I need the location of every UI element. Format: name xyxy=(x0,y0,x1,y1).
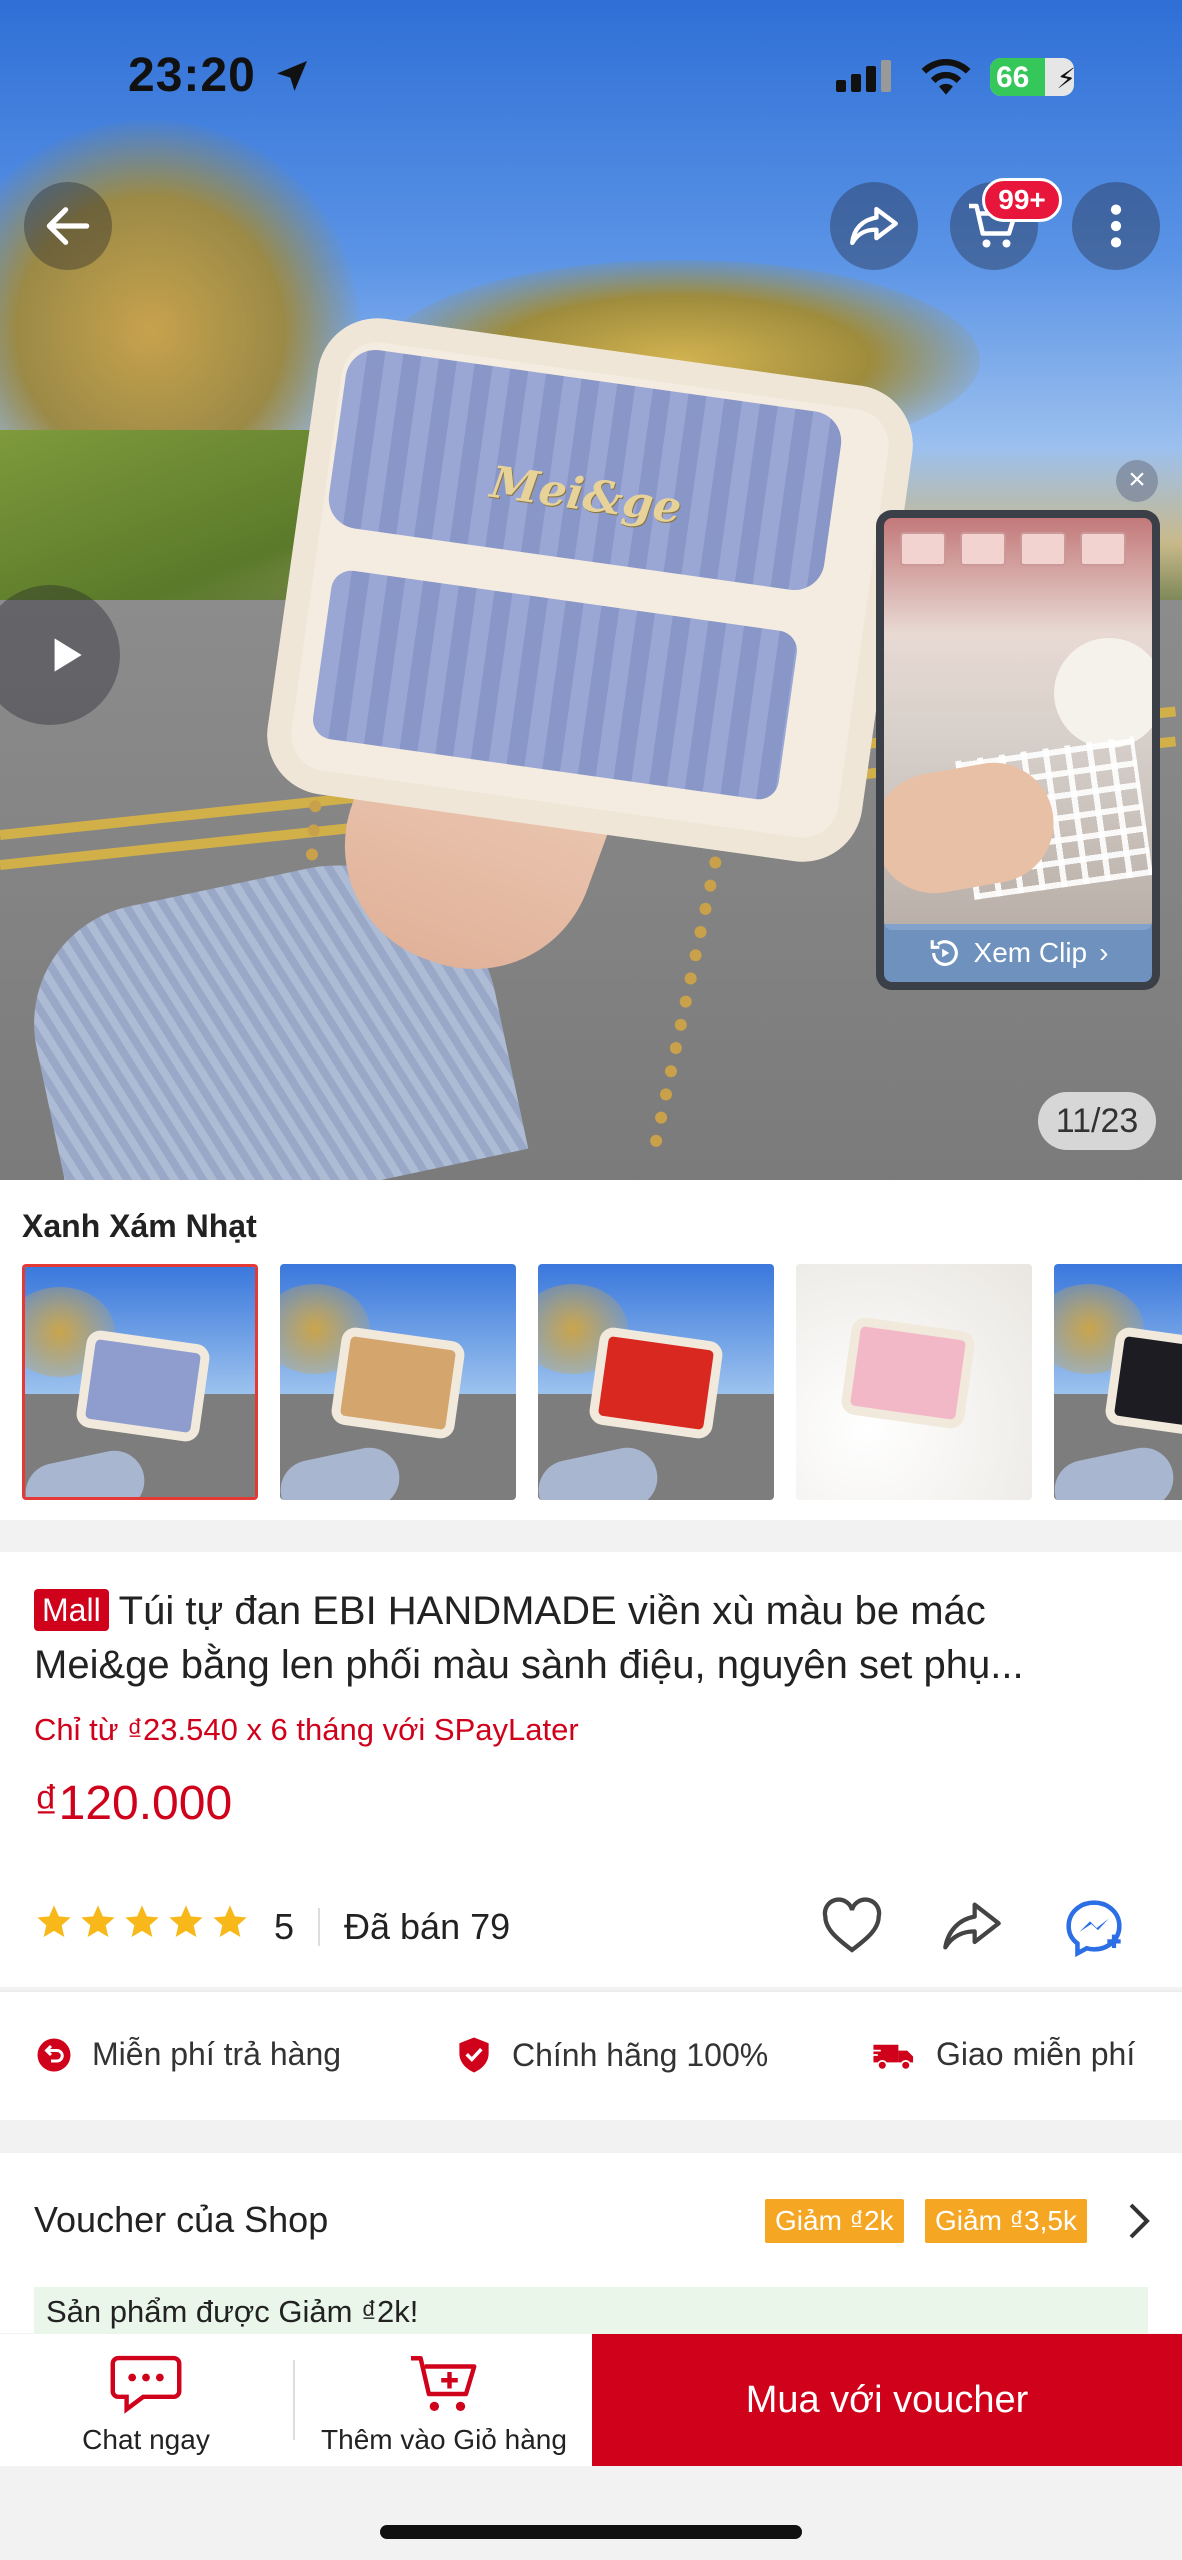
chat-now-label: Chat ngay xyxy=(82,2424,210,2455)
chat-now-button[interactable]: Chat ngay xyxy=(0,2334,292,2466)
image-counter: 11/23 xyxy=(1038,1092,1156,1150)
variant-thumb-light-blue[interactable] xyxy=(22,1264,258,1500)
star-icon xyxy=(125,1905,159,1937)
variant-thumb-red[interactable] xyxy=(538,1264,774,1500)
mall-badge: Mall xyxy=(34,1589,109,1631)
selected-variant-label: Xanh Xám Nhạt xyxy=(22,1208,257,1244)
star-icon xyxy=(213,1905,247,1937)
close-clip-button[interactable]: × xyxy=(1116,460,1158,502)
chevron-right-icon xyxy=(1129,2203,1150,2239)
star-icon xyxy=(169,1905,203,1937)
shop-voucher-section[interactable]: Voucher của Shop Giảm ₫2k Giảm ₫3,5k Sản… xyxy=(0,2153,1182,2337)
variant-thumbnails[interactable] xyxy=(22,1264,1182,1500)
rating-row: 5 Đã bán 79 xyxy=(34,1896,1154,1958)
arrow-left-icon xyxy=(46,207,90,245)
share-icon[interactable] xyxy=(940,1896,1004,1956)
voucher-title: Voucher của Shop xyxy=(34,2199,329,2240)
cellular-signal-icon xyxy=(836,60,896,92)
product-title-line2: Mei&ge bằng len phối màu sành điệu, nguy… xyxy=(34,1643,1024,1687)
benefit-label: Giao miễn phí xyxy=(936,2036,1136,2072)
buy-with-voucher-button[interactable]: Mua với voucher xyxy=(592,2334,1182,2466)
return-icon xyxy=(37,2038,71,2071)
back-button[interactable] xyxy=(24,182,112,270)
wifi-icon xyxy=(921,58,971,95)
truck-icon xyxy=(872,2044,914,2071)
benefit-label: Chính hãng 100% xyxy=(512,2036,769,2073)
product-price: ₫120.000 xyxy=(34,1777,233,1830)
video-clip-preview[interactable]: Xem Clip › xyxy=(876,510,1160,990)
divider xyxy=(293,2360,295,2440)
clip-thumbnail xyxy=(884,518,1152,930)
add-to-cart-button[interactable]: Thêm vào Giỏ hàng xyxy=(296,2334,592,2466)
play-icon xyxy=(54,638,82,672)
messenger-icon[interactable] xyxy=(1060,1896,1128,1960)
benefit-authentic[interactable]: Chính hãng 100% xyxy=(456,2036,768,2074)
benefit-free-shipping[interactable]: Giao miễn phí xyxy=(872,2036,1135,2073)
product-title-line1: Túi tự đan EBI HANDMADE viền xù màu be m… xyxy=(118,1589,986,1633)
sold-count: Đã bán 79 xyxy=(344,1906,511,1947)
variant-selector: Xanh Xám Nhạt xyxy=(0,1180,1182,1520)
location-arrow-icon xyxy=(277,61,307,91)
chat-bubble-icon xyxy=(110,2355,182,2414)
benefit-label: Miễn phí trả hàng xyxy=(92,2036,342,2072)
benefit-free-return[interactable]: Miễn phí trả hàng xyxy=(36,2036,341,2073)
star-icon xyxy=(37,1905,71,1937)
share-arrow-icon xyxy=(850,206,898,246)
variant-thumb-pink[interactable] xyxy=(796,1264,1032,1500)
battery-percent: 66 xyxy=(996,61,1030,94)
status-bar: 23:20 66 ⚡ xyxy=(0,0,1182,150)
shield-check-icon xyxy=(459,2037,489,2073)
home-indicator-area xyxy=(0,2466,1182,2560)
star-rating xyxy=(34,1902,254,1942)
chevron-right-icon: › xyxy=(1099,937,1109,968)
variant-thumb-black[interactable] xyxy=(1054,1264,1182,1500)
benefits-bar[interactable]: Miễn phí trả hàng Chính hãng 100% Giao m… xyxy=(0,1990,1182,2120)
add-to-cart-icon xyxy=(411,2356,477,2412)
heart-icon[interactable] xyxy=(820,1896,884,1956)
voucher-tag[interactable]: Giảm ₫3,5k xyxy=(925,2199,1087,2243)
more-options-button[interactable] xyxy=(1072,182,1160,270)
product-title: Mall Túi tự đan EBI HANDMADE viền xù màu … xyxy=(34,1584,1154,1692)
more-vertical-icon xyxy=(1110,204,1122,248)
star-icon xyxy=(81,1905,115,1937)
voucher-tag[interactable]: Giảm ₫2k xyxy=(765,2199,904,2243)
product-info: Mall Túi tự đan EBI HANDMADE viền xù màu … xyxy=(0,1552,1182,1987)
add-to-cart-label: Thêm vào Giỏ hàng xyxy=(321,2424,567,2455)
watch-clip-label: Xem Clip xyxy=(973,937,1088,968)
home-indicator[interactable] xyxy=(380,2525,802,2539)
spaylater-offer[interactable]: Chỉ từ ₫23.540 x 6 tháng với SPayLater xyxy=(34,1712,579,1748)
watch-clip-button[interactable]: Xem Clip › xyxy=(884,924,1152,982)
voucher-note: Sản phẩm được Giảm ₫2k! xyxy=(34,2287,1148,2337)
divider xyxy=(318,1908,320,1946)
charging-bolt-icon: ⚡ xyxy=(1056,63,1076,94)
rating-value: 5 xyxy=(274,1906,295,1947)
replay-icon xyxy=(930,940,958,966)
battery-indicator: 66 ⚡ xyxy=(990,58,1076,96)
variant-thumb-beige[interactable] xyxy=(280,1264,516,1500)
cart-count-badge: 99+ xyxy=(982,178,1062,222)
bottom-action-bar: Chat ngay Thêm vào Giỏ hàng Mua với vouc… xyxy=(0,2334,1182,2466)
status-time: 23:20 xyxy=(128,49,256,102)
share-button[interactable] xyxy=(830,182,918,270)
